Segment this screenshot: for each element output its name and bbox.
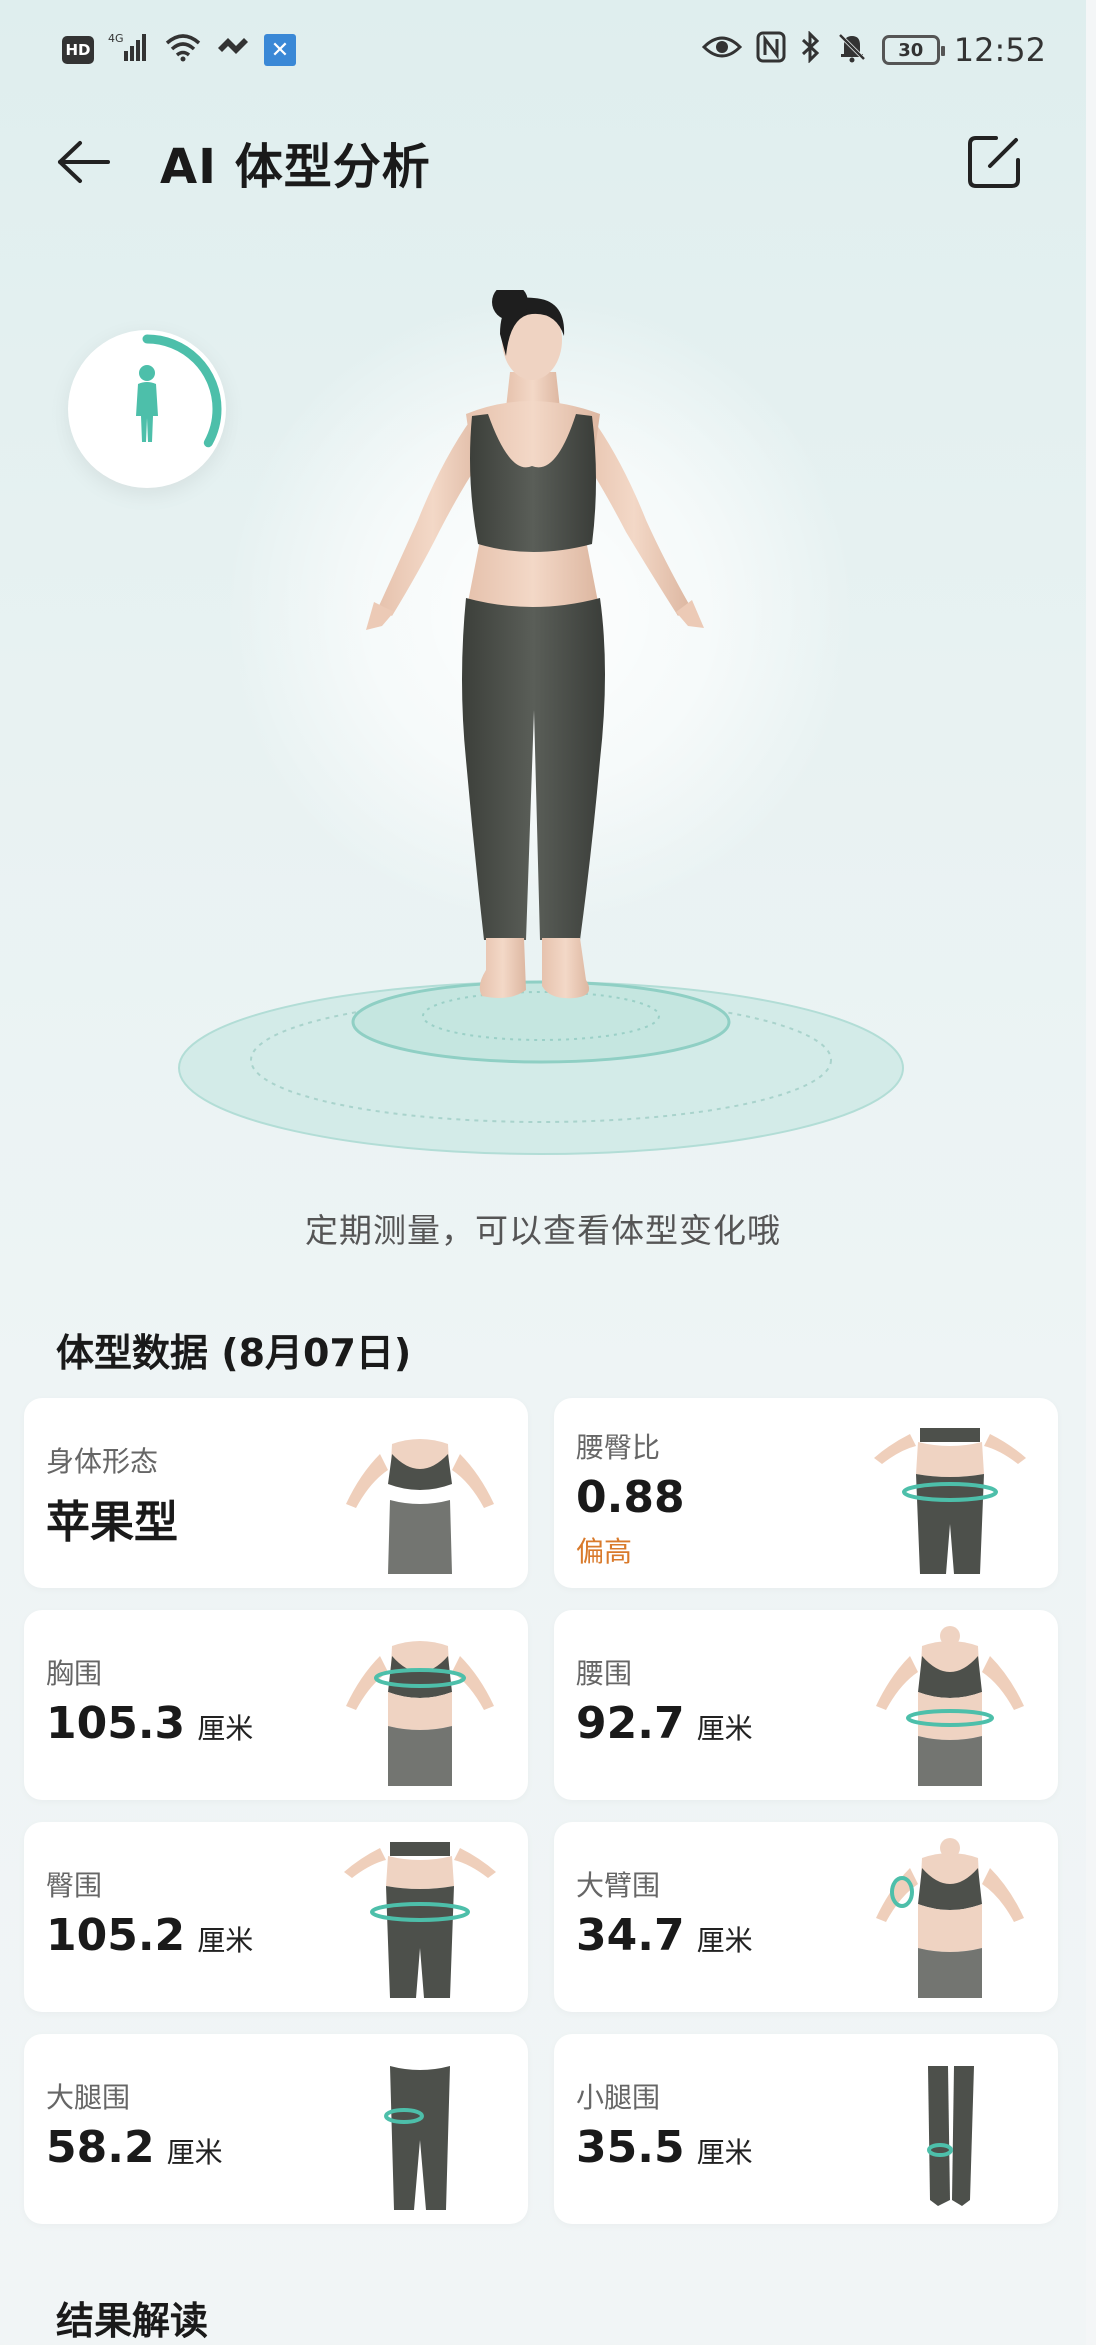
card-value: 苹果型 xyxy=(46,1486,178,1550)
card-value: 0.88 xyxy=(576,1472,685,1523)
bluetooth-icon xyxy=(800,29,822,70)
hd-badge: HD xyxy=(62,36,94,64)
bell-muted-icon xyxy=(836,31,868,70)
card-value: 58.2 厘米 xyxy=(46,2122,223,2173)
scroll-rail xyxy=(1086,0,1096,2345)
waist-hip-thumb xyxy=(874,1428,1026,1574)
header: AI 体型分析 xyxy=(52,120,1026,204)
body-data-title: 体型数据 (8月07日) xyxy=(56,1331,412,1375)
card-unit: 厘米 xyxy=(166,2136,223,2169)
card-value: 105.3 厘米 xyxy=(46,1698,253,1749)
upper-arm-thumb xyxy=(876,1838,1024,1998)
card-unit: 厘米 xyxy=(197,1924,254,1957)
wifi-icon xyxy=(164,32,202,69)
card-unit: 厘米 xyxy=(197,1712,254,1745)
body-3d-model[interactable] xyxy=(360,290,720,1050)
signal-icon: 4G xyxy=(108,31,150,70)
waist-hip-ratio-card[interactable]: 腰臀比 0.88 偏高 xyxy=(554,1398,1058,1588)
result-title: 结果解读 xyxy=(56,2299,209,2343)
card-label: 胸围 xyxy=(46,1657,103,1690)
person-icon xyxy=(136,365,158,442)
page-title: AI 体型分析 xyxy=(160,139,431,195)
card-unit: 厘米 xyxy=(696,2136,753,2169)
status-right: 30 12:52 xyxy=(701,29,1046,70)
waist-thumb xyxy=(876,1626,1024,1786)
card-value-number: 105.2 xyxy=(46,1910,186,1961)
card-value-number: 0.88 xyxy=(576,1472,685,1523)
clock: 12:52 xyxy=(953,31,1046,69)
card-label: 大臂围 xyxy=(576,1869,661,1902)
edit-square-icon xyxy=(968,136,1020,188)
card-value-number: 105.3 xyxy=(46,1698,186,1749)
edit-button[interactable] xyxy=(962,130,1026,194)
back-button[interactable] xyxy=(52,130,116,194)
card-unit: 厘米 xyxy=(696,1712,753,1745)
card-status-note: 偏高 xyxy=(576,1535,633,1568)
card-value-number: 苹果型 xyxy=(46,1497,178,1548)
upper-arm-card[interactable]: 大臂围 34.7 厘米 xyxy=(554,1822,1058,2012)
card-value: 34.7 厘米 xyxy=(576,1910,753,1961)
battery-icon: 30 xyxy=(881,35,945,65)
card-value: 35.5 厘米 xyxy=(576,2122,753,2173)
card-label: 小腿围 xyxy=(576,2081,661,2114)
body-data-grid: 身体形态 苹果型 腰臀比 0.88 偏高 胸围 105.3 厘米 腰围 92.7… xyxy=(24,1398,1058,2224)
arrow-left-icon xyxy=(58,141,110,183)
card-label: 臀围 xyxy=(46,1869,103,1902)
status-left: HD 4G ✕ xyxy=(62,31,296,70)
calf-card[interactable]: 小腿围 35.5 厘米 xyxy=(554,2034,1058,2224)
thigh-thumb xyxy=(384,2066,450,2210)
waist-card[interactable]: 腰围 92.7 厘米 xyxy=(554,1610,1058,1800)
scan-progress-ring[interactable] xyxy=(68,330,226,488)
app-notification-icon: ✕ xyxy=(264,34,296,66)
card-value-number: 58.2 xyxy=(46,2122,155,2173)
data-saver-icon xyxy=(216,32,250,69)
upper-body-thumb xyxy=(346,1439,494,1574)
card-value: 105.2 厘米 xyxy=(46,1910,253,1961)
card-label: 腰臀比 xyxy=(576,1431,661,1464)
card-value-number: 92.7 xyxy=(576,1698,685,1749)
page: HD 4G ✕ 30 12:52 AI 体型分析 定期测量，可以查看体型变化哦 … xyxy=(0,0,1086,2345)
card-value-number: 35.5 xyxy=(576,2122,685,2173)
chest-card[interactable]: 胸围 105.3 厘米 xyxy=(24,1610,528,1800)
thigh-card[interactable]: 大腿围 58.2 厘米 xyxy=(24,2034,528,2224)
nfc-icon xyxy=(756,31,786,70)
body-shape-card[interactable]: 身体形态 苹果型 xyxy=(24,1398,528,1588)
card-label: 腰围 xyxy=(576,1657,633,1690)
eye-comfort-icon xyxy=(701,33,742,68)
calf-thumb xyxy=(927,2066,974,2206)
measurement-hint: 定期测量，可以查看体型变化哦 xyxy=(305,1211,781,1250)
card-label: 大腿围 xyxy=(46,2081,131,2114)
status-bar: HD 4G ✕ 30 12:52 xyxy=(62,24,1046,76)
hip-card[interactable]: 臀围 105.2 厘米 xyxy=(24,1822,528,2012)
card-value-number: 34.7 xyxy=(576,1910,685,1961)
card-label: 身体形态 xyxy=(46,1445,159,1478)
network-type: 4G xyxy=(108,32,124,45)
chest-thumb xyxy=(346,1641,494,1786)
hip-thumb xyxy=(344,1842,496,1998)
card-value: 92.7 厘米 xyxy=(576,1698,753,1749)
card-unit: 厘米 xyxy=(696,1924,753,1957)
